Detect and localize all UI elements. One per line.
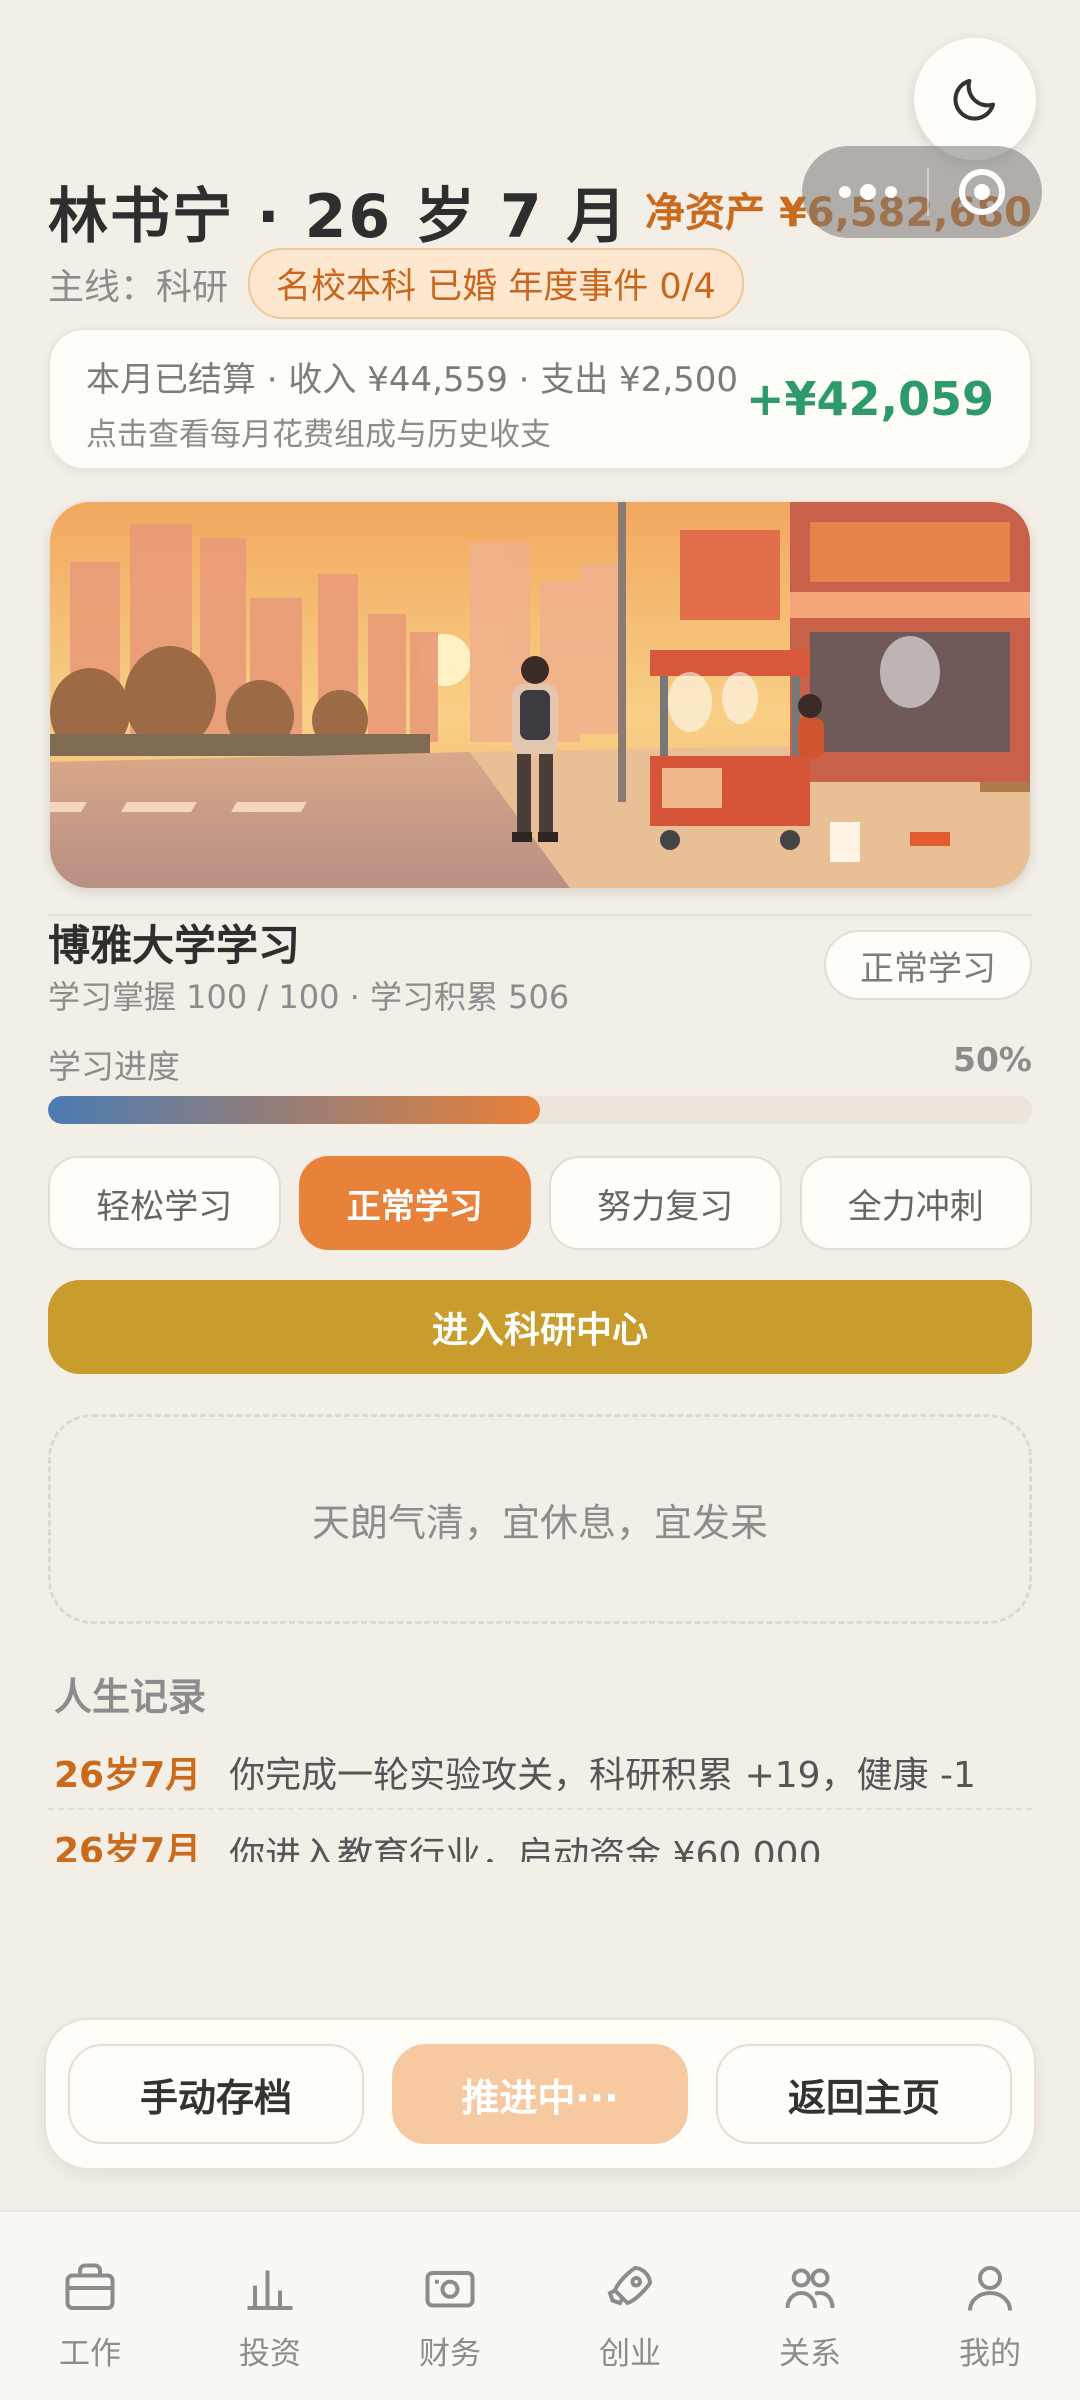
tab-label: 创业 xyxy=(599,2336,661,2372)
tab-relations[interactable]: 关系 xyxy=(740,2258,880,2400)
more-icon[interactable] xyxy=(839,184,897,200)
progress-value: 50% xyxy=(953,1040,1032,1079)
progress-bar-fill xyxy=(48,1096,540,1124)
mode-sprint-button[interactable]: 全力冲刺 xyxy=(799,1156,1032,1250)
daily-quote: 天朗气清，宜休息，宜发呆 xyxy=(48,1414,1032,1624)
action-bar: 手动存档 推进中··· 返回主页 xyxy=(44,2018,1036,2170)
tab-label: 投资 xyxy=(239,2336,301,2372)
person-icon xyxy=(968,2266,1012,2311)
home-button[interactable]: 返回主页 xyxy=(716,2044,1012,2144)
monthly-summary-card[interactable]: 本月已结算 · 收入 ¥44,559 · 支出 ¥2,500 点击查看每月花费组… xyxy=(48,328,1032,470)
current-mode-badge: 正常学习 xyxy=(824,930,1032,1000)
bottom-tab-bar: 工作 投资 财务 创业 关系 我的 xyxy=(0,2210,1080,2400)
status-line: 主线：科研 名校本科 已婚 年度事件 0/4 xyxy=(48,248,744,319)
study-title: 博雅大学学习 xyxy=(48,921,301,970)
records-heading: 人生记录 xyxy=(54,1675,207,1719)
mode-hard-button[interactable]: 努力复习 xyxy=(549,1156,782,1250)
briefcase-icon xyxy=(65,2263,115,2310)
record-time: 26岁7月 xyxy=(54,1755,202,1796)
mode-normal-button[interactable]: 正常学习 xyxy=(298,1156,531,1250)
advance-button[interactable]: 推进中··· xyxy=(392,2044,688,2144)
mini-program-capsule[interactable] xyxy=(802,146,1042,238)
progress-bar xyxy=(48,1096,1032,1124)
close-target-icon[interactable] xyxy=(959,169,1005,215)
dark-mode-toggle[interactable] xyxy=(914,38,1036,160)
rocket-icon xyxy=(607,2265,653,2306)
people-icon xyxy=(785,2268,835,2309)
record-text: 你进入教育行业，启动资金 ¥60,000 xyxy=(229,1835,822,1862)
tab-me[interactable]: 我的 xyxy=(920,2258,1060,2400)
study-stats: 学习掌握 100 / 100 · 学习积累 506 xyxy=(48,978,570,1016)
cash-icon xyxy=(425,2271,475,2308)
record-item: 26岁7月 你完成一轮实验攻关，科研积累 +19，健康 -1 xyxy=(54,1746,1032,1798)
scene-illustration xyxy=(50,502,1030,888)
record-text: 你完成一轮实验攻关，科研积累 +19，健康 -1 xyxy=(229,1755,976,1796)
tab-label: 关系 xyxy=(779,2336,841,2372)
capsule-divider xyxy=(927,168,929,216)
tab-work[interactable]: 工作 xyxy=(20,2258,160,2400)
record-item: 26岁7月 你进入教育行业，启动资金 ¥60,000 xyxy=(54,1822,1032,1862)
page-title: 林书宁 · 26 岁 7 月 xyxy=(48,182,629,252)
tab-invest[interactable]: 投资 xyxy=(200,2258,340,2400)
main-line: 主线：科研 xyxy=(48,266,229,308)
tab-finance[interactable]: 财务 xyxy=(380,2258,520,2400)
record-divider xyxy=(48,1808,1032,1810)
tab-label: 我的 xyxy=(959,2336,1021,2372)
tab-label: 工作 xyxy=(59,2336,121,2372)
status-tags[interactable]: 名校本科 已婚 年度事件 0/4 xyxy=(248,248,744,319)
mode-relaxed-button[interactable]: 轻松学习 xyxy=(48,1156,281,1250)
research-center-button[interactable]: 进入科研中心 xyxy=(48,1280,1032,1374)
tab-startup[interactable]: 创业 xyxy=(560,2258,700,2400)
tab-label: 财务 xyxy=(419,2336,481,2372)
record-time: 26岁7月 xyxy=(54,1831,202,1862)
net-income-amount: +¥42,059 xyxy=(745,372,994,426)
save-button[interactable]: 手动存档 xyxy=(68,2044,364,2144)
study-mode-selector: 轻松学习 正常学习 努力复习 全力冲刺 xyxy=(48,1156,1032,1250)
progress-label: 学习进度 xyxy=(48,1047,180,1086)
bar-chart-icon xyxy=(247,2270,293,2310)
moon-icon xyxy=(953,78,996,121)
